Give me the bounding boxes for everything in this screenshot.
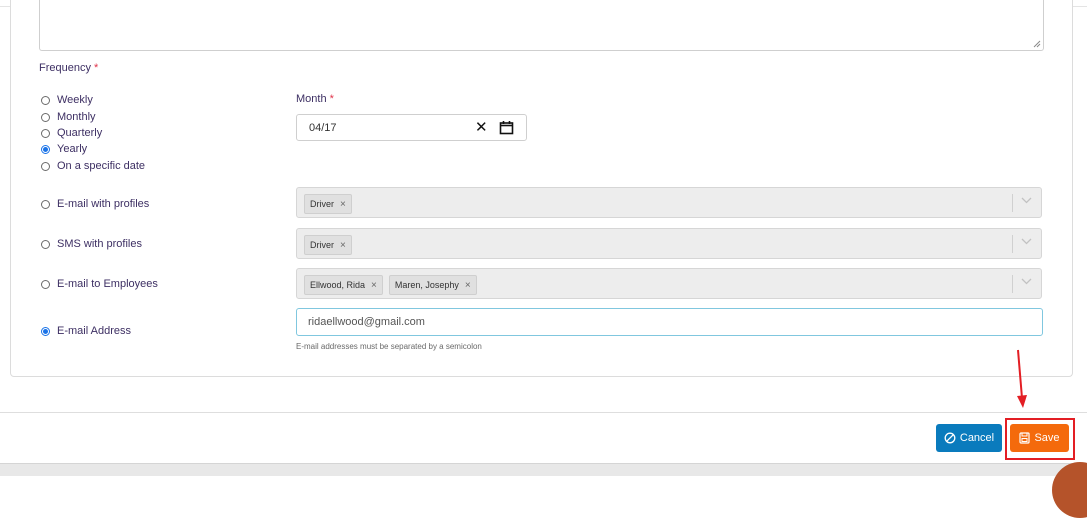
tag-employee: Ellwood, Rida × <box>304 275 383 295</box>
frequency-option-monthly[interactable]: Monthly <box>41 111 96 123</box>
chevron-down-icon[interactable] <box>1021 238 1032 245</box>
radio-button-checked[interactable] <box>41 144 50 154</box>
radio-button[interactable] <box>41 199 50 209</box>
tag-driver: Driver × <box>304 235 352 255</box>
radio-button[interactable] <box>41 112 50 122</box>
recipient-option-sms-profiles[interactable]: SMS with profiles <box>41 238 142 250</box>
select-divider <box>1012 235 1013 253</box>
frequency-option-quarterly[interactable]: Quarterly <box>41 127 102 139</box>
sms-profiles-select[interactable]: Driver × <box>296 228 1042 259</box>
frequency-option-weekly[interactable]: Weekly <box>41 94 93 106</box>
remove-tag-icon[interactable]: × <box>465 280 471 291</box>
email-profiles-select[interactable]: Driver × <box>296 187 1042 218</box>
recipient-option-email-address[interactable]: E-mail Address <box>41 325 131 337</box>
frequency-option-yearly[interactable]: Yearly <box>41 143 87 155</box>
remove-tag-icon[interactable]: × <box>340 199 346 210</box>
email-employees-select[interactable]: Ellwood, Rida × Maren, Josephy × <box>296 268 1042 299</box>
month-label: Month * <box>296 93 334 105</box>
tag-employee: Maren, Josephy × <box>388 275 477 295</box>
save-icon <box>1019 432 1031 444</box>
save-button[interactable]: Save <box>1010 424 1069 452</box>
footer-divider <box>0 412 1087 413</box>
radio-button[interactable] <box>41 128 50 138</box>
bottom-scroll-bar <box>0 463 1087 476</box>
cancel-icon <box>944 432 956 444</box>
tag-driver: Driver × <box>304 194 352 214</box>
chevron-down-icon[interactable] <box>1021 197 1032 204</box>
select-divider <box>1012 194 1013 212</box>
message-textarea[interactable] <box>39 0 1044 51</box>
radio-button[interactable] <box>41 95 50 105</box>
frequency-label: Frequency * <box>39 62 99 74</box>
radio-button[interactable] <box>41 239 50 249</box>
remove-tag-icon[interactable]: × <box>340 240 346 251</box>
email-address-input[interactable] <box>296 308 1043 336</box>
recipient-option-email-employees[interactable]: E-mail to Employees <box>41 278 158 290</box>
email-address-hint: E-mail addresses must be separated by a … <box>296 342 482 351</box>
chevron-down-icon[interactable] <box>1021 278 1032 285</box>
radio-button-checked[interactable] <box>41 326 50 336</box>
remove-tag-icon[interactable]: × <box>371 280 377 291</box>
annotation-arrow-icon <box>1017 349 1027 408</box>
radio-button[interactable] <box>41 161 50 171</box>
cancel-button[interactable]: Cancel <box>936 424 1002 452</box>
calendar-icon[interactable] <box>499 120 514 135</box>
select-divider <box>1012 275 1013 293</box>
month-date-input[interactable]: 04/17 ✕ <box>296 114 527 141</box>
month-value: 04/17 <box>309 122 337 134</box>
clear-icon[interactable]: ✕ <box>475 119 488 136</box>
frequency-option-specific-date[interactable]: On a specific date <box>41 160 145 172</box>
resize-grip-icon[interactable] <box>1033 40 1041 48</box>
recipient-option-email-profiles[interactable]: E-mail with profiles <box>41 198 149 210</box>
radio-button[interactable] <box>41 279 50 289</box>
